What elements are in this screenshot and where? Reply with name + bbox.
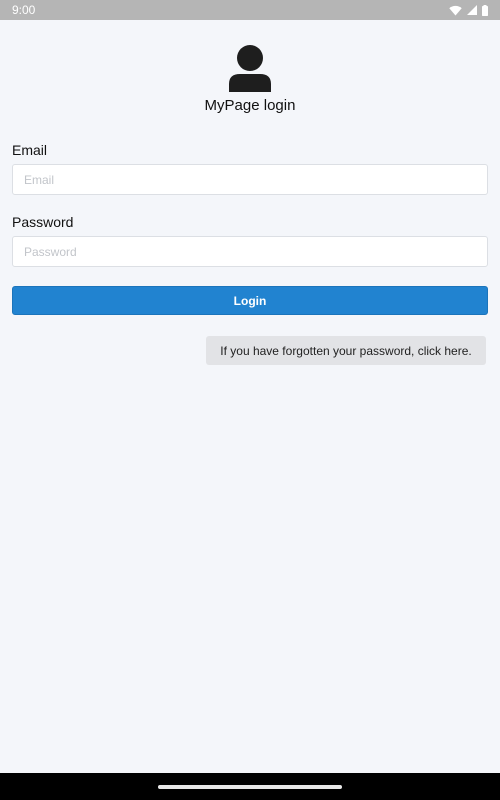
password-field[interactable] [12,236,488,267]
battery-icon [482,4,488,16]
login-button[interactable]: Login [12,286,488,315]
signal-icon [467,5,477,15]
email-label: Email [12,142,48,158]
status-time: 9:00 [12,3,36,17]
email-field[interactable] [12,164,488,195]
navigation-bar [0,773,500,800]
user-icon [229,45,271,92]
status-bar: 9:00 [0,0,500,20]
status-icons [449,4,488,16]
forgot-password-button[interactable]: If you have forgotten your password, cli… [206,336,486,365]
page-title: MyPage login [204,97,296,114]
home-gesture-handle[interactable] [158,784,342,789]
password-label: Password [12,214,74,230]
avatar [0,44,500,92]
wifi-icon [449,5,462,15]
